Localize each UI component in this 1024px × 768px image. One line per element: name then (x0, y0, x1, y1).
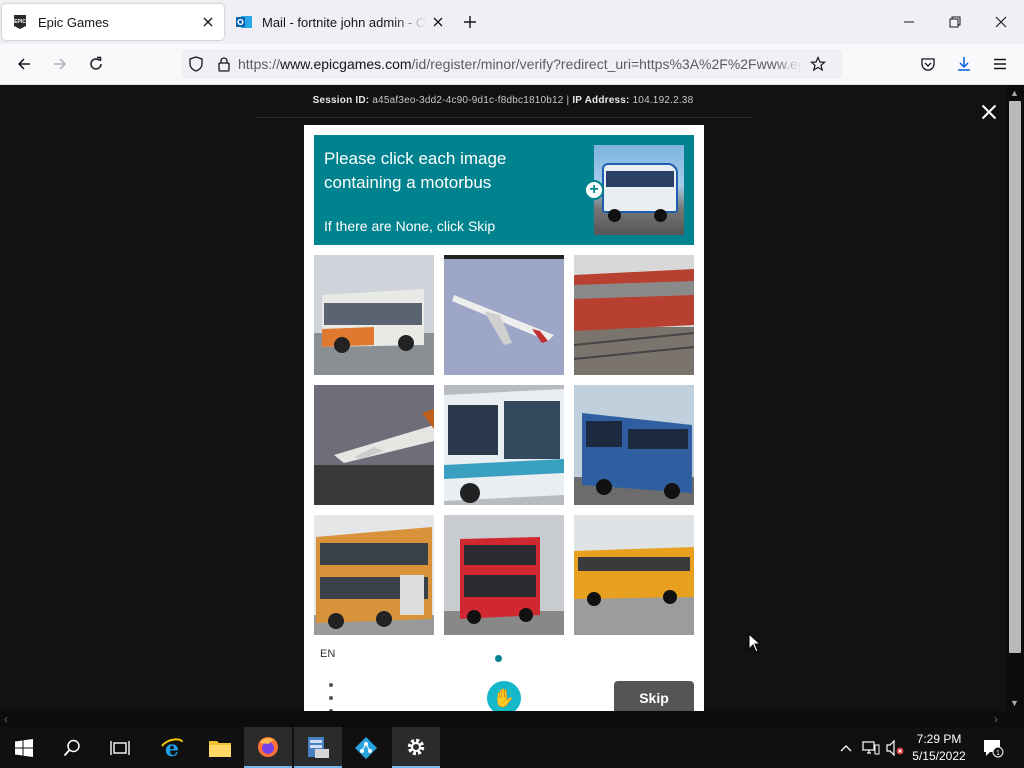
pocket-icon[interactable] (914, 50, 942, 78)
mouse-cursor-icon (748, 633, 762, 653)
bus-image (574, 385, 694, 505)
tab-title: Mail - fortnite john admin - Outlook (262, 14, 426, 30)
challenge-prompt: Please click each image containing a mot… (314, 135, 694, 245)
school-bus-image (574, 515, 694, 635)
double-decker-bus-image (314, 515, 434, 635)
hamburger-menu-icon[interactable] (986, 50, 1014, 78)
outlook-icon (236, 16, 252, 28)
back-arrow-icon[interactable] (10, 50, 38, 78)
language-selector[interactable]: EN (320, 648, 335, 660)
image-tile[interactable] (574, 385, 694, 505)
clock-time: 7:29 PM (916, 732, 962, 746)
tab-close-icon[interactable] (426, 10, 450, 34)
session-info: Session ID: a45af3eo-3dd2-4c90-9d1c-f8db… (0, 95, 1006, 106)
search-icon[interactable] (48, 727, 96, 768)
tab-epic-games[interactable]: EPIC Epic Games (2, 4, 224, 40)
vertical-scrollbar[interactable]: ▲ ▼ (1006, 85, 1024, 711)
server-manager-icon[interactable] (294, 727, 342, 768)
new-tab-plus-icon[interactable] (458, 10, 482, 34)
double-decker-bus-image (444, 515, 564, 635)
hcaptcha-challenge: Please click each image containing a mot… (304, 125, 704, 711)
horizontal-scrollbar[interactable]: ‹ › (0, 711, 1024, 727)
lock-icon[interactable] (210, 50, 238, 78)
session-id-value: a45af3eo-3dd2-4c90-9d1c-f8dbc1810b12 (372, 95, 564, 106)
notification-count: 1 (996, 750, 1000, 757)
file-explorer-icon[interactable] (196, 727, 244, 768)
svg-text:EPIC: EPIC (14, 19, 26, 25)
scroll-left-arrow-icon[interactable]: ‹ (4, 712, 8, 726)
internet-explorer-icon[interactable]: e (148, 727, 196, 768)
airplane-image (444, 255, 564, 375)
task-view-icon[interactable] (96, 727, 144, 768)
skip-button[interactable]: Skip (614, 681, 694, 711)
taskbar: e 7:29 PM 5/15/2022 1 (0, 727, 1024, 768)
hcaptcha-logo-icon: ✋ (487, 681, 521, 711)
scrollbar-thumb[interactable] (1009, 101, 1021, 653)
page-indicator-dot (495, 655, 502, 662)
minimize-icon[interactable] (886, 6, 932, 38)
page-content: Session ID: a45af3eo-3dd2-4c90-9d1c-f8db… (0, 85, 1006, 711)
image-tile[interactable] (314, 255, 434, 375)
scroll-down-arrow-icon[interactable]: ▼ (1010, 698, 1019, 708)
tab-outlook-mail[interactable]: Mail - fortnite john admin - Outlook (228, 4, 454, 40)
tracking-protection-shield-icon[interactable] (182, 50, 210, 78)
airplane-image (314, 385, 434, 505)
expand-example-plus-icon[interactable]: + (584, 180, 604, 200)
network-diagram-icon[interactable] (342, 727, 390, 768)
scroll-right-arrow-icon[interactable]: › (994, 712, 998, 726)
network-icon[interactable] (860, 727, 882, 768)
restore-icon[interactable] (932, 6, 978, 38)
example-image (594, 145, 684, 235)
scroll-up-arrow-icon[interactable]: ▲ (1010, 88, 1019, 98)
train-image (574, 255, 694, 375)
image-grid (314, 255, 694, 635)
session-separator: | (566, 95, 570, 106)
tab-title: Epic Games (38, 14, 109, 30)
close-icon[interactable] (978, 101, 1000, 123)
tab-bar: EPIC Epic Games Mail - fortnite john adm… (0, 0, 1024, 44)
forward-arrow-icon[interactable] (46, 50, 74, 78)
action-center-notification-icon[interactable]: 1 (980, 727, 1006, 768)
divider (256, 117, 752, 118)
session-id-label: Session ID: (312, 95, 370, 106)
tab-close-icon[interactable] (196, 10, 220, 34)
image-tile[interactable] (574, 255, 694, 375)
url-text: https://www.epicgames.com/id/register/mi… (238, 56, 802, 72)
firefox-icon[interactable] (244, 727, 292, 768)
image-tile[interactable] (314, 385, 434, 505)
ip-address-value: 104.192.2.38 (632, 95, 694, 106)
epic-games-icon: EPIC (14, 15, 26, 29)
bookmark-star-icon[interactable] (804, 50, 832, 78)
close-window-icon[interactable] (978, 6, 1024, 38)
reload-icon[interactable] (82, 50, 110, 78)
prompt-subtext: If there are None, click Skip (324, 218, 496, 234)
address-bar[interactable]: https://www.epicgames.com/id/register/mi… (182, 49, 842, 79)
navigation-toolbar: https://www.epicgames.com/id/register/mi… (0, 44, 1024, 85)
bus-image (444, 385, 564, 505)
bus-image (314, 255, 434, 375)
clock-date: 5/15/2022 (912, 749, 966, 763)
image-tile[interactable] (314, 515, 434, 635)
volume-muted-icon[interactable] (884, 727, 906, 768)
settings-gear-icon[interactable] (392, 727, 440, 768)
image-tile[interactable] (444, 515, 564, 635)
image-tile[interactable] (574, 515, 694, 635)
image-tile[interactable] (444, 255, 564, 375)
more-options-icon[interactable] (324, 683, 338, 711)
image-tile[interactable] (444, 385, 564, 505)
show-hidden-icons-chevron-icon[interactable] (836, 727, 856, 768)
prompt-text: Please click each image containing a mot… (324, 149, 507, 192)
ip-address-label: IP Address: (572, 95, 630, 106)
windows-start-icon[interactable] (0, 727, 48, 768)
downloads-icon[interactable] (950, 50, 978, 78)
system-clock[interactable]: 7:29 PM 5/15/2022 (906, 731, 972, 765)
